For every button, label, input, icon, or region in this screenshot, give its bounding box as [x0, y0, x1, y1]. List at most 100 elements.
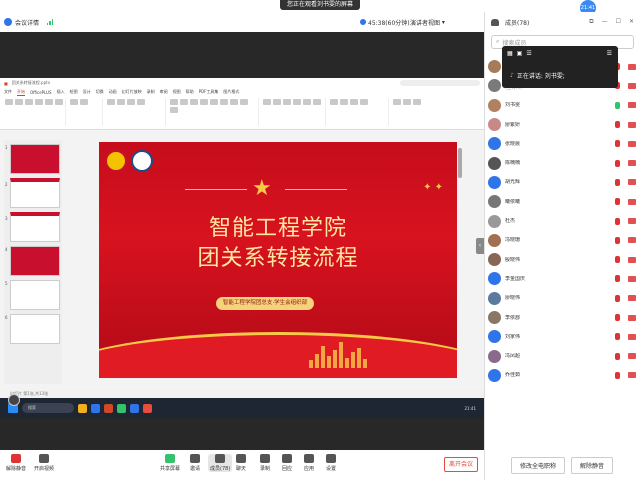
ribbon-group-font[interactable] [169, 98, 259, 126]
meeting-details-button[interactable]: 会议详情 [15, 18, 39, 27]
ppt-tab[interactable]: OfficePLUS [30, 90, 52, 95]
maximize-icon[interactable]: ☐ [616, 18, 621, 26]
participant-row[interactable]: 杜杰 [484, 211, 640, 230]
ribbon-group-editing[interactable] [392, 98, 432, 126]
taskbar-search[interactable]: 搜索 [22, 403, 74, 413]
mic-off-icon[interactable] [615, 314, 620, 321]
ppt-search-box[interactable] [400, 80, 480, 86]
ppt-tab[interactable]: 动画 [109, 89, 117, 95]
popout-icon[interactable]: ⧉ [589, 18, 593, 26]
ppt-tab[interactable]: 视图 [173, 89, 181, 95]
collapse-panel-button[interactable]: ‹ [476, 238, 484, 254]
list-icon[interactable]: ☰ [526, 50, 531, 57]
mic-off-icon[interactable] [615, 217, 620, 225]
participant-row[interactable]: 冯晓珊 [484, 231, 640, 250]
mic-off-icon[interactable] [615, 294, 620, 302]
participant-row[interactable]: 冯凤超 [484, 346, 640, 365]
ribbon-group-paragraph[interactable] [262, 98, 326, 126]
minimize-icon[interactable]: — [602, 18, 608, 26]
camera-off-icon[interactable] [628, 353, 636, 360]
mic-off-icon[interactable] [615, 333, 620, 341]
slide-thumbnail[interactable]: 6 [5, 314, 60, 344]
unmute-all-button[interactable]: 解除静音 [571, 456, 614, 474]
signal-icon[interactable] [47, 19, 53, 25]
participant-row[interactable]: 刘书雯 [484, 96, 640, 115]
slide-thumbnail[interactable]: 2 [5, 178, 60, 208]
mic-off-icon[interactable] [615, 178, 620, 186]
edge-icon[interactable] [91, 403, 100, 413]
window-icon[interactable]: ▣ [517, 50, 523, 57]
camera-off-icon[interactable] [628, 140, 636, 147]
mic-off-icon[interactable] [615, 159, 620, 167]
reaction-button[interactable]: 回应 [282, 454, 292, 472]
app-icon[interactable] [143, 403, 152, 413]
ppt-tab[interactable]: 图片格式 [223, 89, 239, 95]
ppt-tab[interactable]: 切换 [96, 89, 104, 95]
mic-off-icon[interactable] [615, 371, 620, 379]
camera-off-icon[interactable] [628, 121, 636, 128]
ppt-tab[interactable]: 设计 [83, 89, 91, 95]
participant-row[interactable]: 张晓晨 [484, 134, 640, 153]
participant-row[interactable]: 乔佳茹 [484, 366, 640, 385]
folder-icon[interactable] [78, 403, 87, 413]
ppt-tab[interactable]: 文件 [4, 89, 12, 95]
more-icon[interactable]: ☰ [607, 50, 612, 57]
slide-thumbnail[interactable]: 1 [5, 144, 60, 174]
slide-scrollbar[interactable] [458, 148, 462, 178]
unmute-button[interactable]: 解除静音 [6, 454, 26, 472]
camera-off-icon[interactable] [628, 275, 636, 282]
participant-row[interactable]: 李依郡 [484, 308, 640, 327]
mic-on-icon[interactable] [615, 101, 620, 109]
slide-thumbnail[interactable]: 5 [5, 280, 60, 310]
ribbon-group-drawing[interactable] [329, 98, 389, 126]
participant-row[interactable]: 陈楠楠 [484, 153, 640, 172]
ribbon-group-slides[interactable] [106, 98, 166, 126]
slide-thumbnail[interactable]: 4 [5, 246, 60, 276]
slide-thumbnail[interactable]: 3 [5, 212, 60, 242]
speaker-view-toggle[interactable]: 演讲者视图 ▾ [410, 12, 445, 32]
camera-off-icon[interactable] [628, 102, 636, 109]
participant-row[interactable]: 殷晓伟 [484, 250, 640, 269]
invite-button[interactable]: 邀请 [190, 454, 200, 472]
ppt-tab[interactable]: 开始 [17, 89, 25, 96]
ppt-tab[interactable]: 帮助 [186, 89, 194, 95]
ppt-tab[interactable]: 绘图 [70, 89, 78, 95]
participants-button[interactable]: 成员(78) [208, 454, 233, 472]
camera-off-icon[interactable] [628, 63, 636, 70]
settings-button[interactable]: 设置 [326, 454, 336, 472]
participant-row[interactable]: 李金国庆 [484, 269, 640, 288]
ppt-tab[interactable]: 插入 [57, 89, 65, 95]
mic-off-icon[interactable] [615, 275, 620, 283]
share-screen-button[interactable]: 共享屏幕 [160, 454, 180, 472]
participant-row[interactable]: 廖紫妍 [484, 115, 640, 134]
ppt-tab[interactable]: PDF工具集 [199, 89, 219, 95]
camera-off-icon[interactable] [628, 372, 636, 379]
camera-off-icon[interactable] [628, 256, 636, 263]
camera-off-icon[interactable] [628, 218, 636, 225]
start-video-button[interactable]: 开启视频 [34, 454, 54, 472]
camera-off-icon[interactable] [628, 333, 636, 340]
leave-meeting-button[interactable]: 离开会议 [444, 457, 478, 472]
mute-all-button[interactable]: 修改全电职称 [510, 456, 565, 474]
camera-off-icon[interactable] [628, 198, 636, 205]
meeting-app-icon[interactable] [130, 403, 139, 413]
close-icon[interactable]: ✕ [629, 18, 634, 26]
ribbon-group-clipboard[interactable] [4, 98, 66, 126]
apps-button[interactable]: 应用 [304, 454, 314, 472]
mic-off-icon[interactable] [615, 256, 620, 264]
mic-off-icon[interactable] [615, 198, 620, 206]
powerpoint-icon[interactable] [104, 403, 113, 413]
ppt-tab[interactable]: 审阅 [160, 89, 168, 95]
participant-row[interactable]: 刘家伟 [484, 327, 640, 346]
ppt-tab[interactable]: 录制 [147, 89, 155, 95]
chat-button[interactable]: 聊天 [236, 454, 246, 472]
wechat-icon[interactable] [117, 403, 126, 413]
info-icon[interactable] [4, 18, 12, 26]
mic-off-icon[interactable] [615, 121, 620, 129]
camera-off-icon[interactable] [628, 295, 636, 302]
camera-off-icon[interactable] [628, 237, 636, 244]
camera-off-icon[interactable] [628, 82, 636, 89]
participant-row[interactable]: 廖晓伟 [484, 289, 640, 308]
camera-off-icon[interactable] [628, 179, 636, 186]
participant-row[interactable]: 胡光辉 [484, 173, 640, 192]
